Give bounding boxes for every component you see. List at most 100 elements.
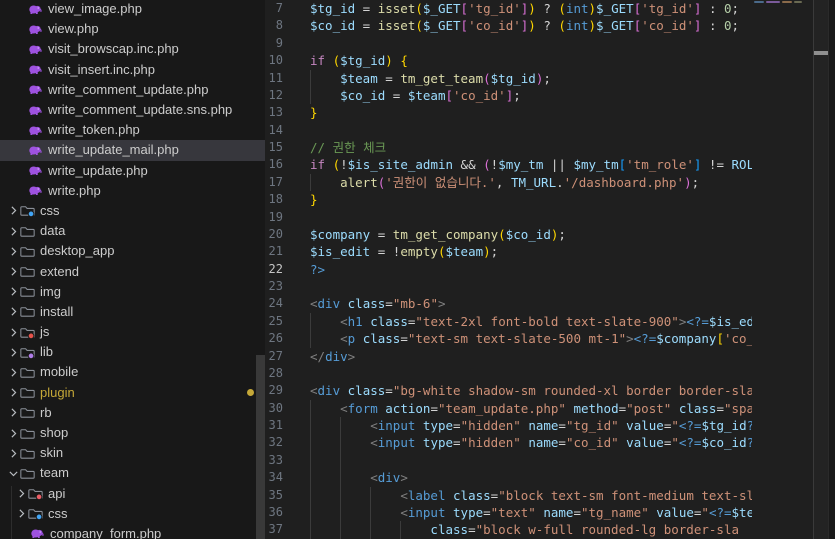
code-line-31[interactable]: 31 <input type="hidden" name="tg_id" val… [265, 417, 752, 434]
chevron-right-icon[interactable] [6, 305, 20, 319]
code-line-12[interactable]: 12 $co_id = $team['co_id']; [265, 87, 752, 104]
token [310, 71, 340, 86]
sidebar-item-lib[interactable]: lib [0, 342, 265, 362]
sidebar-item-write-token-php[interactable]: write_token.php [0, 120, 265, 140]
token: </ [310, 349, 325, 364]
token: form [348, 401, 378, 416]
code-line-26[interactable]: 26 <p class="text-sm text-slate-500 mt-1… [265, 330, 752, 347]
code-line-28[interactable]: 28 [265, 365, 752, 382]
sidebar-item-shop[interactable]: shop [0, 423, 265, 443]
chevron-right-icon[interactable] [6, 204, 20, 218]
sidebar-item-plugin[interactable]: plugin [0, 383, 265, 403]
sidebar-item-write-update-mail-php[interactable]: write_update_mail.php [0, 140, 265, 160]
code-area[interactable]: 7$tg_id = isset($_GET['tg_id']) ? (int)$… [265, 0, 752, 539]
chevron-right-icon[interactable] [6, 406, 20, 420]
chevron-right-icon[interactable] [6, 446, 20, 460]
code-line-7[interactable]: 7$tg_id = isset($_GET['tg_id']) ? (int)$… [265, 0, 752, 17]
chevron-right-icon[interactable] [6, 325, 20, 339]
indent-guide [310, 174, 311, 191]
sidebar-item-css[interactable]: css [0, 504, 265, 524]
indent-guide [340, 504, 341, 521]
sidebar-item-visit-browscap-inc-php[interactable]: visit_browscap.inc.php [0, 39, 265, 59]
token: < [340, 331, 348, 346]
code-line-27[interactable]: 27</div> [265, 348, 752, 365]
code-line-17[interactable]: 17 alert('권한이 없습니다.', TM_URL.'/dashboard… [265, 174, 752, 191]
token: <?= [634, 331, 657, 346]
code-line-8[interactable]: 8$co_id = isset($_GET['co_id']) ? (int)$… [265, 17, 752, 34]
line-number: 21 [265, 243, 283, 260]
code-line-9[interactable]: 9 [265, 35, 752, 52]
code-line-29[interactable]: 29<div class="bg-white shadow-sm rounded… [265, 382, 752, 399]
code-line-25[interactable]: 25 <h1 class="text-2xl font-bold text-sl… [265, 313, 752, 330]
token: TM_URL [511, 175, 556, 190]
sidebar-item-extend[interactable]: extend [0, 261, 265, 281]
sidebar-item-skin[interactable]: skin [0, 443, 265, 463]
code-line-24[interactable]: 24<div class="mb-6"> [265, 295, 752, 312]
code-line-32[interactable]: 32 <input type="hidden" name="co_id" val… [265, 434, 752, 451]
indent-guide [310, 70, 311, 87]
code-line-30[interactable]: 30 <form action="team_update.php" method… [265, 400, 752, 417]
chevron-right-icon[interactable] [6, 265, 20, 279]
code-line-18[interactable]: 18} [265, 191, 752, 208]
sidebar-item-install[interactable]: install [0, 302, 265, 322]
minimap[interactable] [752, 0, 813, 539]
chevron-right-icon[interactable] [14, 507, 28, 521]
sidebar-item-data[interactable]: data [0, 221, 265, 241]
sidebar-item-css[interactable]: css [0, 201, 265, 221]
token: < [370, 470, 378, 485]
sidebar-item-write-comment-update-php[interactable]: write_comment_update.php [0, 80, 265, 100]
token: // 권한 체크 [310, 140, 386, 155]
chevron-right-icon[interactable] [6, 426, 20, 440]
chevron-right-icon[interactable] [6, 386, 20, 400]
token: ! [340, 157, 348, 172]
sidebar-item-js[interactable]: js [0, 322, 265, 342]
code-line-33[interactable]: 33 [265, 452, 752, 469]
code-line-23[interactable]: 23 [265, 278, 752, 295]
code-line-10[interactable]: 10if ($tg_id) { [265, 52, 752, 69]
code-line-13[interactable]: 13} [265, 104, 752, 121]
code-line-34[interactable]: 34 <div> [265, 469, 752, 486]
sidebar-item-write-php[interactable]: write.php [0, 181, 265, 201]
code-line-19[interactable]: 19 [265, 209, 752, 226]
chevron-right-icon[interactable] [6, 345, 20, 359]
code-line-21[interactable]: 21$is_edit = !empty($team); [265, 243, 752, 260]
token: , [496, 175, 511, 190]
chevron-right-icon[interactable] [6, 365, 20, 379]
chevron-right-icon[interactable] [6, 224, 20, 238]
sidebar-item-view-php[interactable]: view.php [0, 19, 265, 39]
token: "block text-sm font-medium text-sla [498, 488, 752, 503]
code-line-14[interactable]: 14 [265, 122, 752, 139]
code-line-36[interactable]: 36 <input type="text" name="tg_name" val… [265, 504, 752, 521]
sidebar-item-desktop-app[interactable]: desktop_app [0, 241, 265, 261]
sidebar-item-write-update-php[interactable]: write_update.php [0, 161, 265, 181]
minimap-code-mark [766, 1, 780, 3]
chevron-right-icon[interactable] [14, 487, 28, 501]
line-number: 20 [265, 226, 283, 243]
sidebar-item-team[interactable]: team [0, 463, 265, 483]
code-editor[interactable]: 7$tg_id = isset($_GET['tg_id']) ? (int)$… [265, 0, 835, 539]
overview-ruler[interactable] [814, 0, 828, 539]
chevron-down-icon[interactable] [6, 466, 20, 480]
code-line-37[interactable]: 37 class="block w-full rounded-lg border… [265, 521, 752, 538]
code-line-22[interactable]: 22?> [265, 261, 752, 278]
chevron-right-icon[interactable] [6, 285, 20, 299]
code-line-16[interactable]: 16if (!$is_site_admin && (!$my_tm || $my… [265, 156, 752, 173]
sidebar-item-api[interactable]: api [0, 484, 265, 504]
folder-icon [20, 466, 35, 481]
file-explorer: view_image.phpview.phpvisit_browscap.inc… [0, 0, 265, 539]
line-number: 13 [265, 104, 283, 121]
sidebar-scrollbar-thumb[interactable] [256, 355, 265, 539]
code-line-15[interactable]: 15// 권한 체크 [265, 139, 752, 156]
sidebar-item-mobile[interactable]: mobile [0, 362, 265, 382]
token: $co_id [701, 435, 746, 450]
chevron-right-icon[interactable] [6, 244, 20, 258]
sidebar-item-company-form-php[interactable]: company_form.php [0, 524, 265, 539]
code-line-35[interactable]: 35 <label class="block text-sm font-medi… [265, 487, 752, 504]
sidebar-item-write-comment-update-sns-php[interactable]: write_comment_update.sns.php [0, 100, 265, 120]
sidebar-item-visit-insert-inc-php[interactable]: visit_insert.inc.php [0, 60, 265, 80]
code-line-11[interactable]: 11 $team = tm_get_team($tg_id); [265, 70, 752, 87]
sidebar-item-rb[interactable]: rb [0, 403, 265, 423]
code-line-20[interactable]: 20$company = tm_get_company($co_id); [265, 226, 752, 243]
sidebar-item-img[interactable]: img [0, 282, 265, 302]
sidebar-item-view-image-php[interactable]: view_image.php [0, 0, 265, 19]
